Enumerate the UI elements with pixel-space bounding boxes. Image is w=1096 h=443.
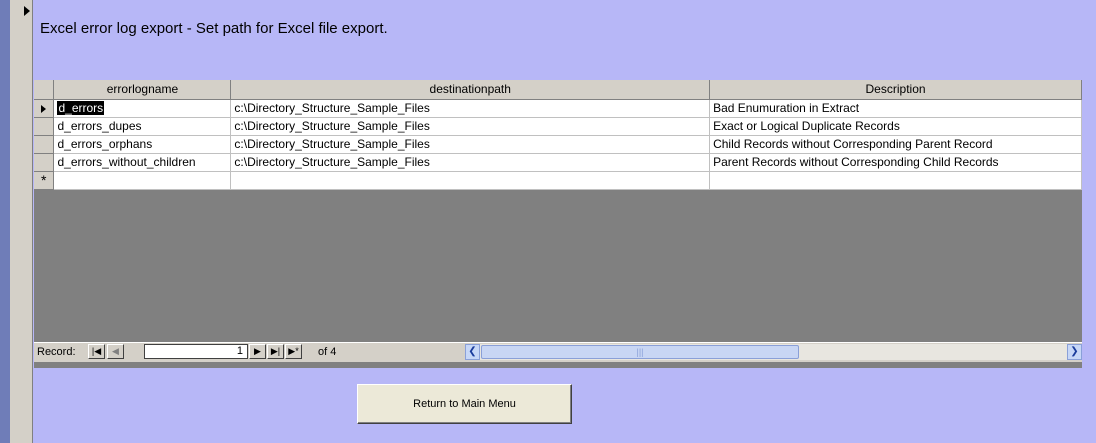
previous-record-icon: ◀ (112, 346, 119, 356)
new-record-star-icon: * (41, 171, 47, 188)
current-row-arrow-icon (41, 104, 47, 113)
select-all-corner[interactable] (34, 80, 55, 100)
last-record-button[interactable]: ▶| (267, 344, 284, 359)
cell-errorlogname[interactable]: d_errors_orphans (53, 135, 232, 154)
cell-destinationpath[interactable]: c:\Directory_Structure_Sample_Files (230, 153, 711, 172)
first-record-icon: |◀ (91, 346, 102, 356)
subform-datasheet: errorlogname destinationpath Description… (34, 80, 1082, 368)
current-record-arrow-icon (24, 6, 30, 16)
cell-errorlogname[interactable]: d_errors (53, 99, 232, 118)
column-header-errorlogname[interactable]: errorlogname (53, 80, 232, 100)
error-log-table: errorlogname destinationpath Description… (34, 80, 1082, 190)
column-header-description[interactable]: Description (709, 80, 1082, 100)
horizontal-scrollbar[interactable]: ❮ ||| ❯ (465, 344, 1082, 360)
new-record-button[interactable]: ▶* (285, 344, 302, 359)
form-record-selector[interactable] (10, 0, 33, 443)
current-record-input[interactable]: 1 (144, 344, 248, 359)
cell-description[interactable]: Child Records without Corresponding Pare… (709, 135, 1082, 154)
record-label: Record: (37, 346, 76, 358)
new-record-icon: ▶* (288, 346, 299, 356)
window-left-frame (0, 0, 10, 443)
scrollbar-thumb[interactable]: ||| (481, 345, 799, 359)
cell-description[interactable]: Bad Enumuration in Extract (709, 99, 1082, 118)
new-cell-destinationpath[interactable] (230, 171, 711, 190)
form-body: Excel error log export - Set path for Ex… (33, 0, 1082, 443)
table-row: d_errors_dupes c:\Directory_Structure_Sa… (34, 117, 1082, 136)
cell-destinationpath[interactable]: c:\Directory_Structure_Sample_Files (230, 117, 711, 136)
table-row: d_errors_orphans c:\Directory_Structure_… (34, 135, 1082, 154)
next-record-icon: ▶ (254, 346, 261, 356)
new-record-selector[interactable]: * (34, 171, 55, 190)
cell-destinationpath[interactable]: c:\Directory_Structure_Sample_Files (230, 135, 711, 154)
row-selector[interactable] (34, 135, 55, 154)
row-selector[interactable] (34, 99, 55, 118)
cell-description[interactable]: Parent Records without Corresponding Chi… (709, 153, 1082, 172)
previous-record-button[interactable]: ◀ (107, 344, 124, 359)
form-title: Excel error log export - Set path for Ex… (40, 20, 388, 37)
cell-errorlogname[interactable]: d_errors_dupes (53, 117, 232, 136)
window-right-frame (1082, 0, 1096, 443)
record-navigation-bar: Record: |◀ ◀ 1 ▶ ▶| ▶* of 4 ❮ ||| ❯ (34, 342, 1082, 362)
table-row: d_errors_without_children c:\Directory_S… (34, 153, 1082, 172)
row-selector[interactable] (34, 117, 55, 136)
table-row: d_errors c:\Directory_Structure_Sample_F… (34, 99, 1082, 118)
cell-errorlogname[interactable]: d_errors_without_children (53, 153, 232, 172)
scroll-left-arrow-icon[interactable]: ❮ (465, 344, 480, 360)
new-record-row: * (34, 171, 1082, 190)
new-cell-errorlogname[interactable] (53, 171, 232, 190)
last-record-icon: ▶| (270, 346, 281, 356)
cell-description[interactable]: Exact or Logical Duplicate Records (709, 117, 1082, 136)
selected-cell-text: d_errors (57, 101, 105, 115)
first-record-button[interactable]: |◀ (88, 344, 105, 359)
return-to-main-menu-button[interactable]: Return to Main Menu (357, 384, 572, 424)
record-count-label: of 4 (318, 346, 337, 358)
scroll-right-arrow-icon[interactable]: ❯ (1067, 344, 1082, 360)
table-header-row: errorlogname destinationpath Description (34, 80, 1082, 100)
new-cell-description[interactable] (709, 171, 1082, 190)
column-header-destinationpath[interactable]: destinationpath (230, 80, 711, 100)
row-selector[interactable] (34, 153, 55, 172)
next-record-button[interactable]: ▶ (249, 344, 266, 359)
cell-destinationpath[interactable]: c:\Directory_Structure_Sample_Files (230, 99, 711, 118)
